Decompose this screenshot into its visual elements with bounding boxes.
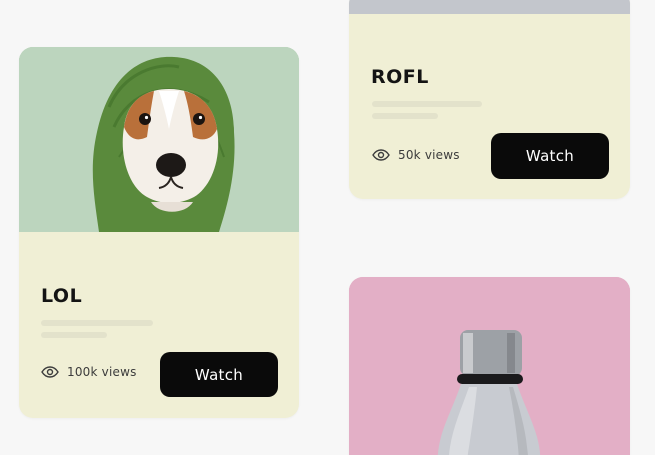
page: LOL 100k views Watch ROFL 50k views Watc… [0,0,655,455]
view-count: 50k views [372,148,460,162]
card-title: ROFL [371,66,429,88]
dog-in-hood-image [19,47,299,233]
view-count: 100k views [41,365,137,379]
watch-button[interactable]: Watch [160,352,278,397]
placeholder-line [41,332,107,338]
water-bottle-image [349,277,630,455]
card-thumbnail-dog[interactable] [19,47,299,233]
card-thumbnail-bottle[interactable] [349,277,630,455]
watch-button[interactable]: Watch [491,133,609,179]
eye-icon [372,149,390,161]
placeholder-line [372,101,482,107]
video-card-lol[interactable]: LOL 100k views Watch [19,47,299,418]
video-card-bottle[interactable] [349,277,630,455]
view-count-text: 50k views [398,148,460,162]
placeholder-line [41,320,153,326]
video-card-rofl[interactable]: ROFL 50k views Watch [349,0,630,199]
card-top-bar [349,0,630,14]
eye-icon [41,366,59,378]
placeholder-line [372,113,438,119]
card-title: LOL [41,285,83,307]
view-count-text: 100k views [67,365,137,379]
